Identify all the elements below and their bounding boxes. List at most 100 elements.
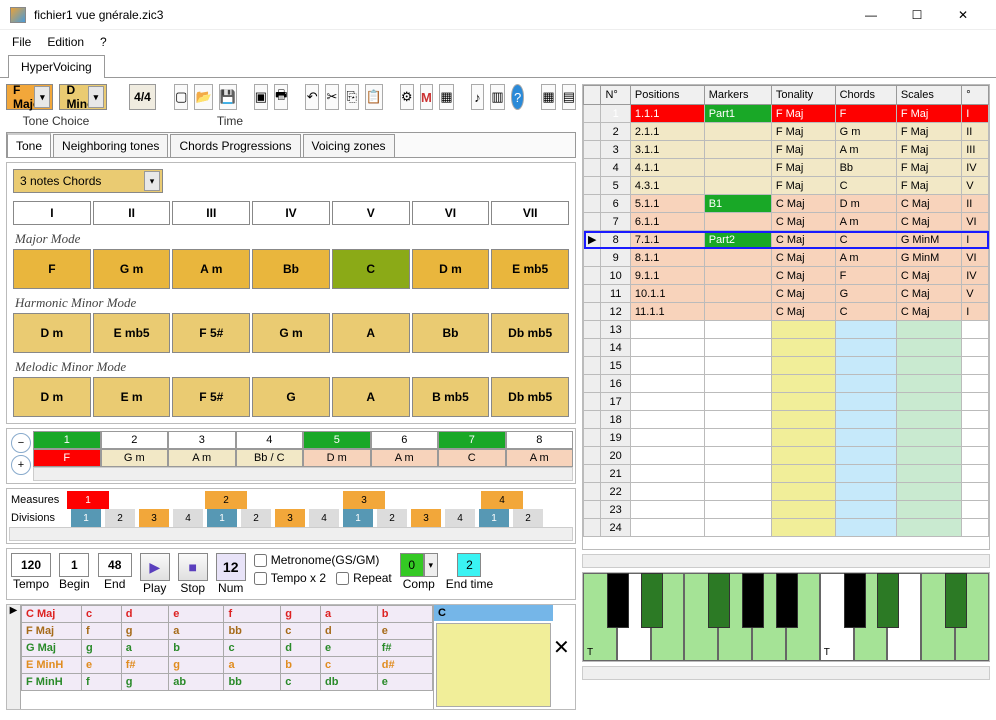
grid-row[interactable]: 13 bbox=[584, 321, 989, 339]
division-cell[interactable]: 3 bbox=[411, 509, 441, 527]
menu-help[interactable]: ? bbox=[100, 35, 107, 49]
black-key[interactable] bbox=[776, 573, 798, 628]
paste-icon[interactable]: 📋 bbox=[365, 84, 383, 110]
scale-row[interactable]: F MinHfgabbbcdbe bbox=[22, 674, 433, 691]
measure-cell[interactable] bbox=[297, 491, 339, 509]
copy-icon[interactable]: ⎘ bbox=[345, 84, 359, 110]
grid-row[interactable]: 24 bbox=[584, 519, 989, 537]
measure-cell[interactable]: 3 bbox=[343, 491, 385, 509]
grid-row[interactable]: 20 bbox=[584, 447, 989, 465]
note-icon[interactable]: ♪ bbox=[471, 84, 485, 110]
chord-button[interactable]: E mb5 bbox=[491, 249, 569, 289]
tab-voicing[interactable]: Voicing zones bbox=[303, 134, 395, 157]
menu-file[interactable]: File bbox=[12, 35, 31, 49]
grid-row[interactable]: 16 bbox=[584, 375, 989, 393]
grid-row[interactable]: 65.1.1B1C MajD mC MajII bbox=[584, 195, 989, 213]
measure-cell[interactable] bbox=[527, 491, 569, 509]
tab-neighboring[interactable]: Neighboring tones bbox=[53, 134, 168, 157]
undo-icon[interactable]: ↶ bbox=[305, 84, 319, 110]
piano-keyboard[interactable]: TT bbox=[582, 572, 990, 662]
black-key[interactable] bbox=[877, 573, 899, 628]
chord-button[interactable]: F bbox=[13, 249, 91, 289]
measure-cell[interactable] bbox=[113, 491, 155, 509]
tab-tone[interactable]: Tone bbox=[7, 133, 51, 157]
chord-button[interactable]: Bb bbox=[252, 249, 330, 289]
division-cell[interactable]: 2 bbox=[105, 509, 135, 527]
minimize-button[interactable]: — bbox=[848, 0, 894, 30]
grid-row[interactable]: 19 bbox=[584, 429, 989, 447]
tool-icon[interactable]: ▦ bbox=[439, 84, 453, 110]
chord-button[interactable]: D m bbox=[412, 249, 490, 289]
seq-cell[interactable]: A m bbox=[168, 449, 236, 467]
grid-row[interactable]: 11.1.1Part1F MajFF MajI bbox=[584, 105, 989, 123]
scales-table[interactable]: C MajcdefgabF MajfgabbcdeG Majgabcdef#E … bbox=[21, 605, 433, 691]
division-cell[interactable]: 1 bbox=[343, 509, 373, 527]
table-scrollbar[interactable] bbox=[582, 554, 990, 568]
grid-row[interactable]: 21 bbox=[584, 465, 989, 483]
grid-row[interactable]: 76.1.1C MajA mC MajVI bbox=[584, 213, 989, 231]
grid-row[interactable]: 33.1.1F MajA mF MajIII bbox=[584, 141, 989, 159]
measure-cell[interactable] bbox=[435, 491, 477, 509]
chord-type-select[interactable]: 3 notes Chords▾ bbox=[13, 169, 163, 193]
positions-table[interactable]: N°PositionsMarkersTonalityChordsScales°1… bbox=[583, 85, 989, 537]
grid-row[interactable]: 17 bbox=[584, 393, 989, 411]
save-icon[interactable]: 💾 bbox=[219, 84, 237, 110]
grid-row[interactable]: 109.1.1C MajFC MajIV bbox=[584, 267, 989, 285]
open-icon[interactable]: 📂 bbox=[194, 84, 212, 110]
scale-row[interactable]: F Majfgabbcde bbox=[22, 623, 433, 640]
m-icon[interactable]: M bbox=[420, 84, 434, 110]
close-icon[interactable]: ✕ bbox=[553, 635, 575, 660]
chord-button[interactable]: G m bbox=[252, 313, 330, 353]
comp-input[interactable]: 0 bbox=[400, 553, 424, 577]
maximize-button[interactable]: ☐ bbox=[894, 0, 940, 30]
scale-row[interactable]: E MinHef#gabcd# bbox=[22, 657, 433, 674]
stop-button[interactable]: ■ bbox=[178, 553, 208, 581]
black-key[interactable] bbox=[708, 573, 730, 628]
division-cell[interactable]: 4 bbox=[173, 509, 203, 527]
zoom-out-icon[interactable]: − bbox=[11, 433, 31, 453]
settings-icon[interactable]: ⚙ bbox=[400, 84, 414, 110]
timesig-button[interactable]: 4/4 bbox=[129, 84, 157, 110]
seq-cell[interactable]: F bbox=[33, 449, 101, 467]
chord-button[interactable]: F 5# bbox=[172, 377, 250, 417]
chord-button[interactable]: B mb5 bbox=[412, 377, 490, 417]
end-input[interactable]: 48 bbox=[98, 553, 132, 577]
division-cell[interactable]: 2 bbox=[377, 509, 407, 527]
print-icon[interactable]: 🖶 bbox=[274, 84, 288, 110]
seq-cell[interactable]: D m bbox=[303, 449, 371, 467]
chord-button[interactable]: A bbox=[332, 377, 410, 417]
grid-row[interactable]: 1110.1.1C MajGC MajV bbox=[584, 285, 989, 303]
zoom-in-icon[interactable]: + bbox=[11, 455, 31, 475]
tab-progressions[interactable]: Chords Progressions bbox=[170, 134, 300, 157]
measure-cell[interactable]: 2 bbox=[205, 491, 247, 509]
measure-cell[interactable] bbox=[389, 491, 431, 509]
measure-cell[interactable] bbox=[251, 491, 293, 509]
chord-button[interactable]: E m bbox=[93, 377, 171, 417]
division-cell[interactable]: 3 bbox=[139, 509, 169, 527]
black-key[interactable] bbox=[607, 573, 629, 628]
piano-icon[interactable]: ▥ bbox=[490, 84, 504, 110]
division-cell[interactable]: 4 bbox=[309, 509, 339, 527]
measure-cell[interactable]: 4 bbox=[481, 491, 523, 509]
grid1-icon[interactable]: ▦ bbox=[541, 84, 555, 110]
chord-button[interactable]: Bb bbox=[412, 313, 490, 353]
help-icon[interactable]: ? bbox=[511, 84, 525, 110]
black-key[interactable] bbox=[641, 573, 663, 628]
measures-scrollbar[interactable] bbox=[9, 527, 573, 541]
grid-row[interactable]: 54.3.1F MajCF MajV bbox=[584, 177, 989, 195]
close-button[interactable]: ✕ bbox=[940, 0, 986, 30]
chord-button[interactable]: F 5# bbox=[172, 313, 250, 353]
division-cell[interactable]: 1 bbox=[71, 509, 101, 527]
scale-row[interactable]: G Majgabcdef# bbox=[22, 640, 433, 657]
black-key[interactable] bbox=[742, 573, 764, 628]
grid-row[interactable]: 22 bbox=[584, 483, 989, 501]
grid-row[interactable]: 14 bbox=[584, 339, 989, 357]
grid-row[interactable]: 44.1.1F MajBbF MajIV bbox=[584, 159, 989, 177]
menu-edition[interactable]: Edition bbox=[47, 35, 84, 49]
chord-button[interactable]: G bbox=[252, 377, 330, 417]
black-key[interactable] bbox=[945, 573, 967, 628]
key-minor-select[interactable]: D Minor▾ bbox=[59, 84, 106, 110]
chevron-down-icon[interactable]: ▾ bbox=[424, 553, 438, 577]
chord-button[interactable]: A bbox=[332, 313, 410, 353]
sequence-scrollbar[interactable] bbox=[33, 467, 573, 481]
